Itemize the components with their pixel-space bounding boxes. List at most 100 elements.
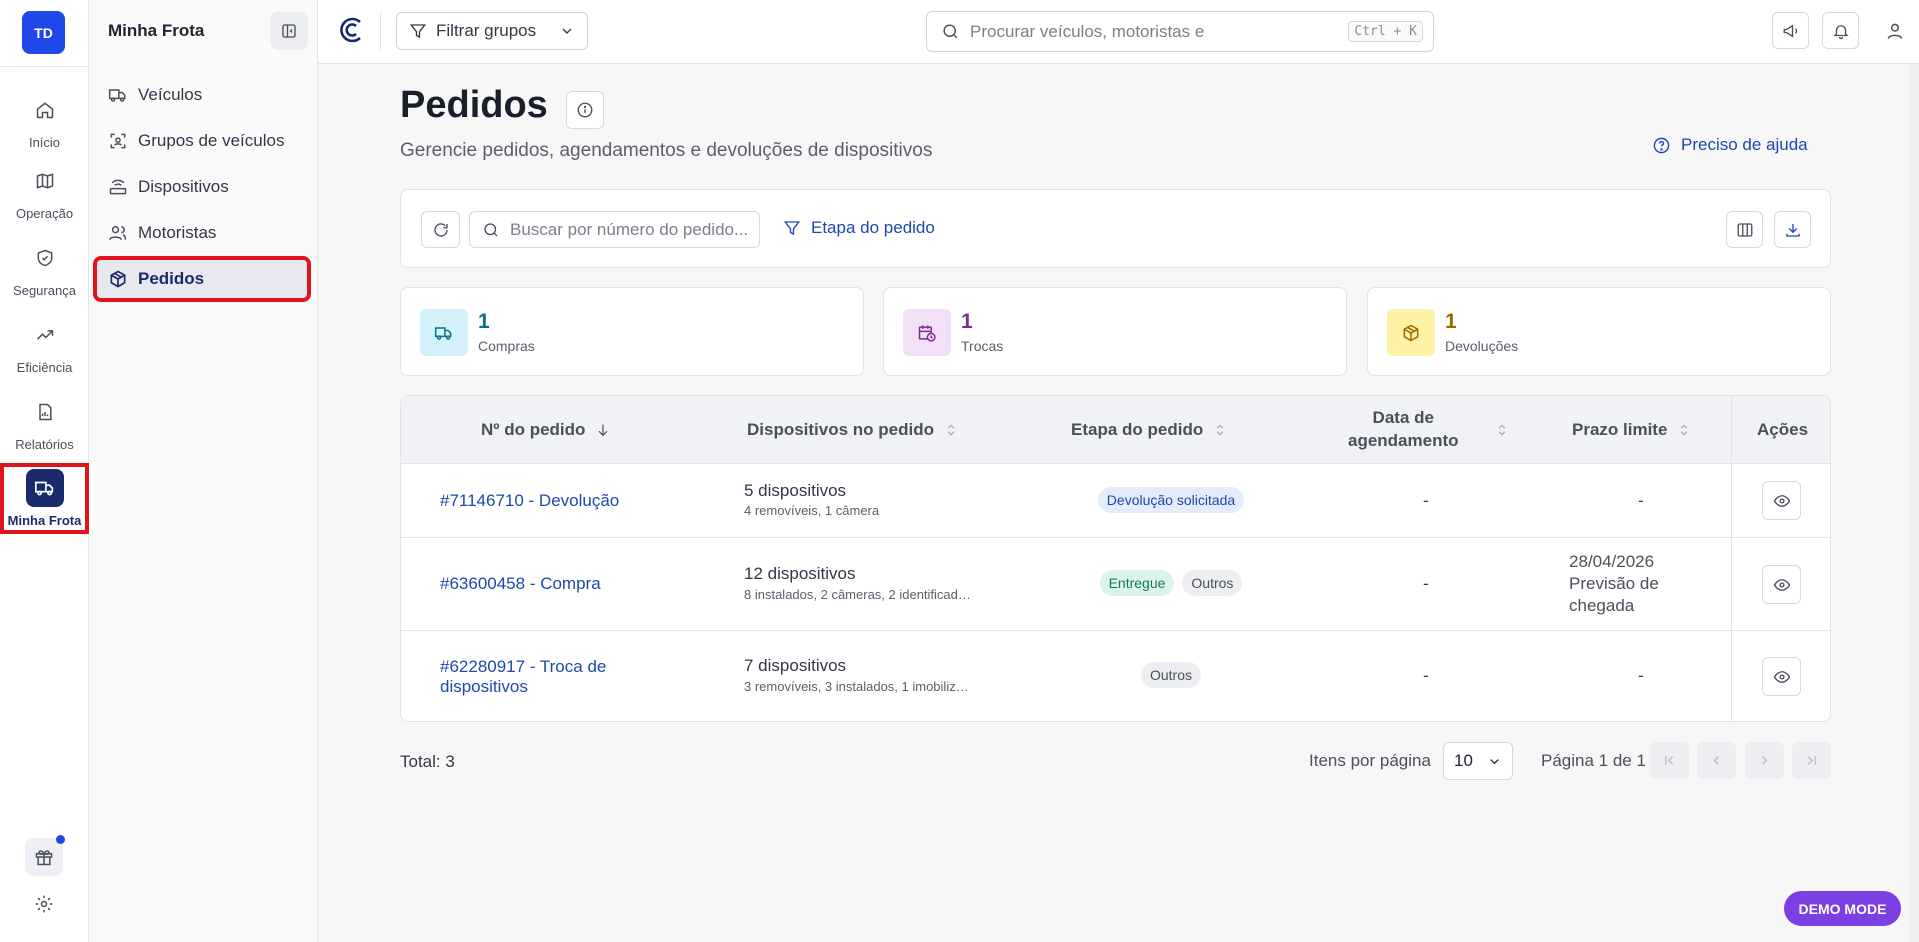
sort-icon: [1213, 422, 1227, 438]
rail-divider: [0, 66, 89, 67]
deadline-value: -: [1638, 491, 1644, 510]
view-order-button[interactable]: [1762, 565, 1801, 604]
rail-item-seguranca[interactable]: Segurança: [0, 236, 89, 300]
column-header-stage[interactable]: Etapa do pedido: [1071, 396, 1227, 464]
refresh-button[interactable]: [421, 211, 460, 248]
column-header-label: Ações: [1757, 420, 1809, 439]
sort-icon: [944, 422, 958, 438]
deadline-note: Previsão de: [1569, 574, 1659, 594]
order-link[interactable]: #71146710 - Devolução: [440, 491, 619, 511]
truck-icon: [25, 469, 64, 507]
rail-item-inicio[interactable]: Início: [0, 88, 89, 152]
filter-icon: [783, 219, 801, 237]
items-per-page-select[interactable]: 10: [1443, 742, 1513, 780]
global-search[interactable]: Ctrl + K: [926, 11, 1434, 52]
demo-mode-badge[interactable]: DEMO MODE: [1784, 891, 1901, 926]
stat-card-devolucoes[interactable]: 1 Devoluções: [1367, 287, 1831, 376]
column-header-label: Nº do pedido: [481, 420, 586, 439]
column-header-schedule[interactable]: Data de agendamento: [1348, 396, 1509, 464]
eye-icon: [1773, 492, 1791, 510]
topbar-divider: [380, 12, 381, 50]
first-page-button[interactable]: [1650, 742, 1689, 779]
device-icon: [108, 177, 128, 197]
deadline-note: chegada: [1569, 596, 1635, 616]
view-order-button[interactable]: [1762, 481, 1801, 520]
columns-button[interactable]: [1726, 211, 1763, 248]
stage-badges: Outros: [1029, 662, 1313, 688]
sidebar-item-label: Dispositivos: [138, 177, 229, 196]
filter-groups-button[interactable]: Filtrar grupos: [396, 12, 588, 50]
devices-detail: 4 removíveis, 1 câmera: [744, 503, 880, 518]
page-subtitle: Gerencie pedidos, agendamentos e devoluç…: [400, 140, 933, 161]
prev-page-button[interactable]: [1697, 742, 1736, 779]
notifications-button[interactable]: [1822, 12, 1859, 49]
rail-item-minha-frota[interactable]: Minha Frota: [0, 463, 89, 534]
order-link[interactable]: #63600458 - Compra: [440, 574, 601, 594]
stat-card-trocas[interactable]: 1 Trocas: [883, 287, 1347, 376]
stage-filter-button[interactable]: Etapa do pedido: [783, 218, 935, 238]
help-link-label: Preciso de ajuda: [1681, 135, 1808, 154]
home-icon: [26, 91, 64, 129]
group-icon: [108, 131, 128, 151]
rail-item-relatorios[interactable]: Relatórios: [0, 390, 89, 454]
collapse-sidebar-button[interactable]: [270, 12, 308, 50]
rail-item-operacao[interactable]: Operação: [0, 159, 89, 223]
sidebar-item-label: Grupos de veículos: [138, 131, 285, 150]
package-icon: [1387, 309, 1435, 356]
rail-item-eficiencia[interactable]: Eficiência: [0, 313, 89, 377]
stage-badge: Outros: [1182, 570, 1243, 596]
stage-filter-label: Etapa do pedido: [811, 218, 935, 237]
stage-badge: Outros: [1140, 662, 1201, 688]
view-order-button[interactable]: [1762, 657, 1801, 696]
stage-badges: Devolução solicitada: [1029, 487, 1313, 513]
last-page-button[interactable]: [1792, 742, 1831, 779]
brand-logo-icon[interactable]: [336, 15, 366, 45]
order-search[interactable]: [469, 211, 760, 248]
scrollbar[interactable]: [1909, 64, 1919, 942]
sidebar-item-veiculos[interactable]: Veículos: [97, 75, 307, 115]
download-button[interactable]: [1774, 211, 1811, 248]
table-row: #71146710 - Devolução 5 dispositivos 4 r…: [401, 464, 1830, 538]
order-link-line: #62280917 - Troca de: [440, 657, 607, 676]
filter-groups-label: Filtrar grupos: [436, 21, 537, 40]
user-avatar[interactable]: TD: [22, 11, 65, 54]
arrow-down-icon: [595, 422, 611, 438]
help-link[interactable]: Preciso de ajuda: [1652, 135, 1808, 155]
sidebar-item-grupos[interactable]: Grupos de veículos: [97, 121, 307, 161]
column-header-label: Etapa do pedido: [1071, 420, 1204, 439]
top-bar: Filtrar grupos Ctrl + K: [318, 0, 1919, 64]
orders-toolbar: Etapa do pedido: [400, 189, 1831, 268]
stat-count: 1: [478, 310, 490, 333]
sidebar-item-motoristas[interactable]: Motoristas: [97, 213, 307, 253]
sidebar-item-pedidos[interactable]: Pedidos: [93, 256, 311, 302]
order-link[interactable]: #62280917 - Troca de dispositivos: [440, 657, 606, 696]
column-header-devices[interactable]: Dispositivos no pedido: [747, 396, 958, 464]
column-header-label: Data de agendamento: [1348, 407, 1459, 453]
page-title: Pedidos: [400, 84, 548, 126]
settings-button[interactable]: [25, 885, 63, 923]
download-icon: [1784, 221, 1802, 239]
user-menu-button[interactable]: [1876, 12, 1913, 49]
search-shortcut: Ctrl + K: [1348, 21, 1423, 42]
page-info-button[interactable]: [566, 91, 604, 129]
rail-item-label: Relatórios: [15, 436, 74, 452]
first-page-icon: [1662, 753, 1677, 768]
user-icon: [1885, 21, 1905, 41]
order-link-line: dispositivos: [440, 676, 528, 696]
items-per-page-value: 10: [1454, 751, 1473, 770]
announcements-button[interactable]: [1772, 12, 1809, 49]
columns-icon: [1736, 221, 1754, 239]
column-header-deadline[interactable]: Prazo limite: [1572, 396, 1691, 464]
next-page-button[interactable]: [1745, 742, 1784, 779]
column-header-order[interactable]: Nº do pedido: [481, 396, 611, 464]
global-search-input[interactable]: [970, 21, 1339, 42]
total-count: Total: 3: [400, 752, 455, 771]
sidebar-title: Minha Frota: [108, 21, 205, 40]
filter-icon: [409, 22, 427, 40]
sidebar-item-dispositivos[interactable]: Dispositivos: [97, 167, 307, 207]
chevron-right-icon: [1757, 753, 1772, 768]
gear-icon: [34, 894, 54, 914]
order-search-input[interactable]: [510, 219, 747, 240]
gift-button[interactable]: [25, 835, 65, 876]
stat-card-compras[interactable]: 1 Compras: [400, 287, 864, 376]
